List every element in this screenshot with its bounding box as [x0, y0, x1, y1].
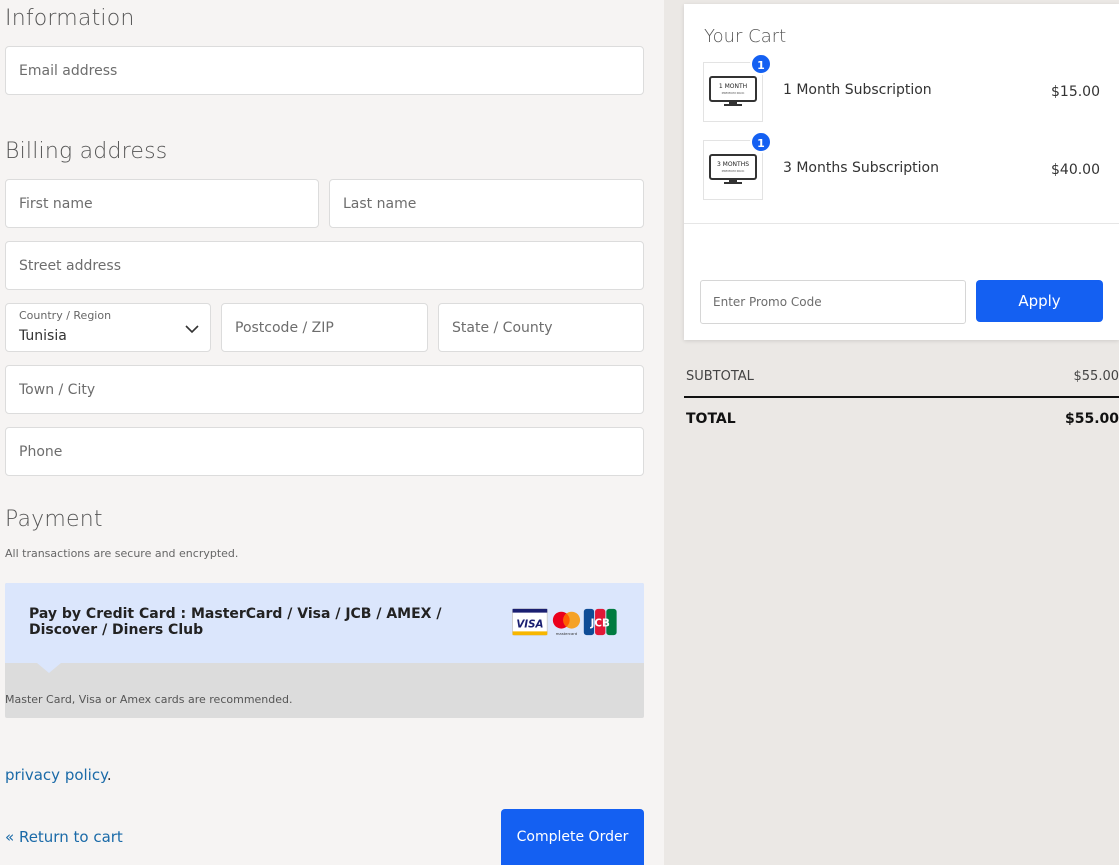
svg-text:3 MONTHS: 3 MONTHS: [717, 161, 749, 168]
privacy-line: privacy policy.: [5, 766, 112, 784]
first-name-field-wrapper: [5, 179, 319, 228]
postcode-field-wrapper: [221, 303, 428, 352]
cart-item: 3 MONTHS PREMIUM PACK 1 3 Months Subscri…: [684, 131, 1119, 202]
apply-promo-button[interactable]: Apply: [976, 280, 1103, 322]
town-field-wrapper: [5, 365, 644, 414]
jcb-logo-icon: JCB: [583, 608, 617, 636]
svg-text:mastercard: mastercard: [556, 632, 578, 636]
phone-field-wrapper: [5, 427, 644, 476]
email-input[interactable]: [6, 47, 643, 94]
svg-text:VISA: VISA: [516, 619, 543, 631]
total-label: TOTAL: [686, 411, 736, 427]
promo-field-wrapper: [700, 280, 966, 324]
item-name: 3 Months Subscription: [783, 160, 939, 176]
checkout-form-panel: Information Billing address Country / Re…: [0, 0, 664, 865]
card-logos: VISA mastercard JCB: [512, 608, 617, 636]
country-select-value: Tunisia: [19, 328, 67, 344]
mastercard-logo-icon: mastercard: [552, 611, 581, 636]
email-field-wrapper: [5, 46, 644, 95]
payment-note: Master Card, Visa or Amex cards are reco…: [5, 693, 293, 706]
last-name-input[interactable]: [330, 180, 643, 227]
cart-item: 1 MONTH PREMIUM PACK 1 1 Month Subscript…: [684, 53, 1119, 124]
information-title: Information: [5, 6, 135, 31]
country-select-label: Country / Region: [19, 309, 112, 322]
town-city-input[interactable]: [6, 366, 643, 413]
payment-method-box: Pay by Credit Card : MasterCard / Visa /…: [5, 583, 644, 718]
svg-text:PREMIUM PACK: PREMIUM PACK: [722, 91, 746, 95]
street-field-wrapper: [5, 241, 644, 290]
item-price: $40.00: [1051, 162, 1100, 178]
privacy-policy-link[interactable]: privacy policy: [5, 766, 107, 784]
cart-card: Your Cart 1 MONTH PREMIUM PACK 1 1 Month…: [684, 4, 1119, 340]
phone-input[interactable]: [6, 428, 643, 475]
country-select[interactable]: Country / Region Tunisia: [5, 303, 211, 352]
total-value: $55.00: [1064, 411, 1119, 427]
payment-title: Payment: [5, 507, 103, 532]
privacy-suffix: .: [106, 766, 112, 784]
last-name-field-wrapper: [329, 179, 644, 228]
chevron-down-icon: [185, 325, 199, 334]
postcode-input[interactable]: [222, 304, 427, 351]
promo-code-input[interactable]: [701, 281, 965, 323]
payment-subtitle: All transactions are secure and encrypte…: [5, 547, 239, 560]
cart-title: Your Cart: [704, 26, 787, 47]
quantity-badge: 1: [750, 53, 772, 75]
item-price: $15.00: [1051, 84, 1100, 100]
svg-text:JCB: JCB: [590, 618, 610, 630]
complete-order-button[interactable]: Complete Order: [501, 809, 644, 865]
payment-notch: [37, 663, 61, 673]
svg-text:PREMIUM PACK: PREMIUM PACK: [722, 169, 746, 173]
svg-text:1 MONTH: 1 MONTH: [719, 83, 747, 90]
billing-address-title: Billing address: [5, 139, 168, 164]
first-name-input[interactable]: [6, 180, 318, 227]
summary-divider: [684, 396, 1119, 398]
item-name: 1 Month Subscription: [783, 82, 932, 98]
quantity-badge: 1: [750, 131, 772, 153]
return-to-cart-link[interactable]: « Return to cart: [5, 828, 123, 846]
subtotal-label: SUBTOTAL: [686, 369, 754, 384]
payment-method-label: Pay by Credit Card : MasterCard / Visa /…: [29, 606, 442, 638]
street-address-input[interactable]: [6, 242, 643, 289]
visa-logo-icon: VISA: [512, 608, 548, 636]
subtotal-value: $55.00: [1073, 369, 1119, 384]
state-field-wrapper: [438, 303, 644, 352]
payment-method-option[interactable]: Pay by Credit Card : MasterCard / Visa /…: [5, 583, 644, 663]
cart-divider: [684, 223, 1119, 224]
state-input[interactable]: [439, 304, 643, 351]
